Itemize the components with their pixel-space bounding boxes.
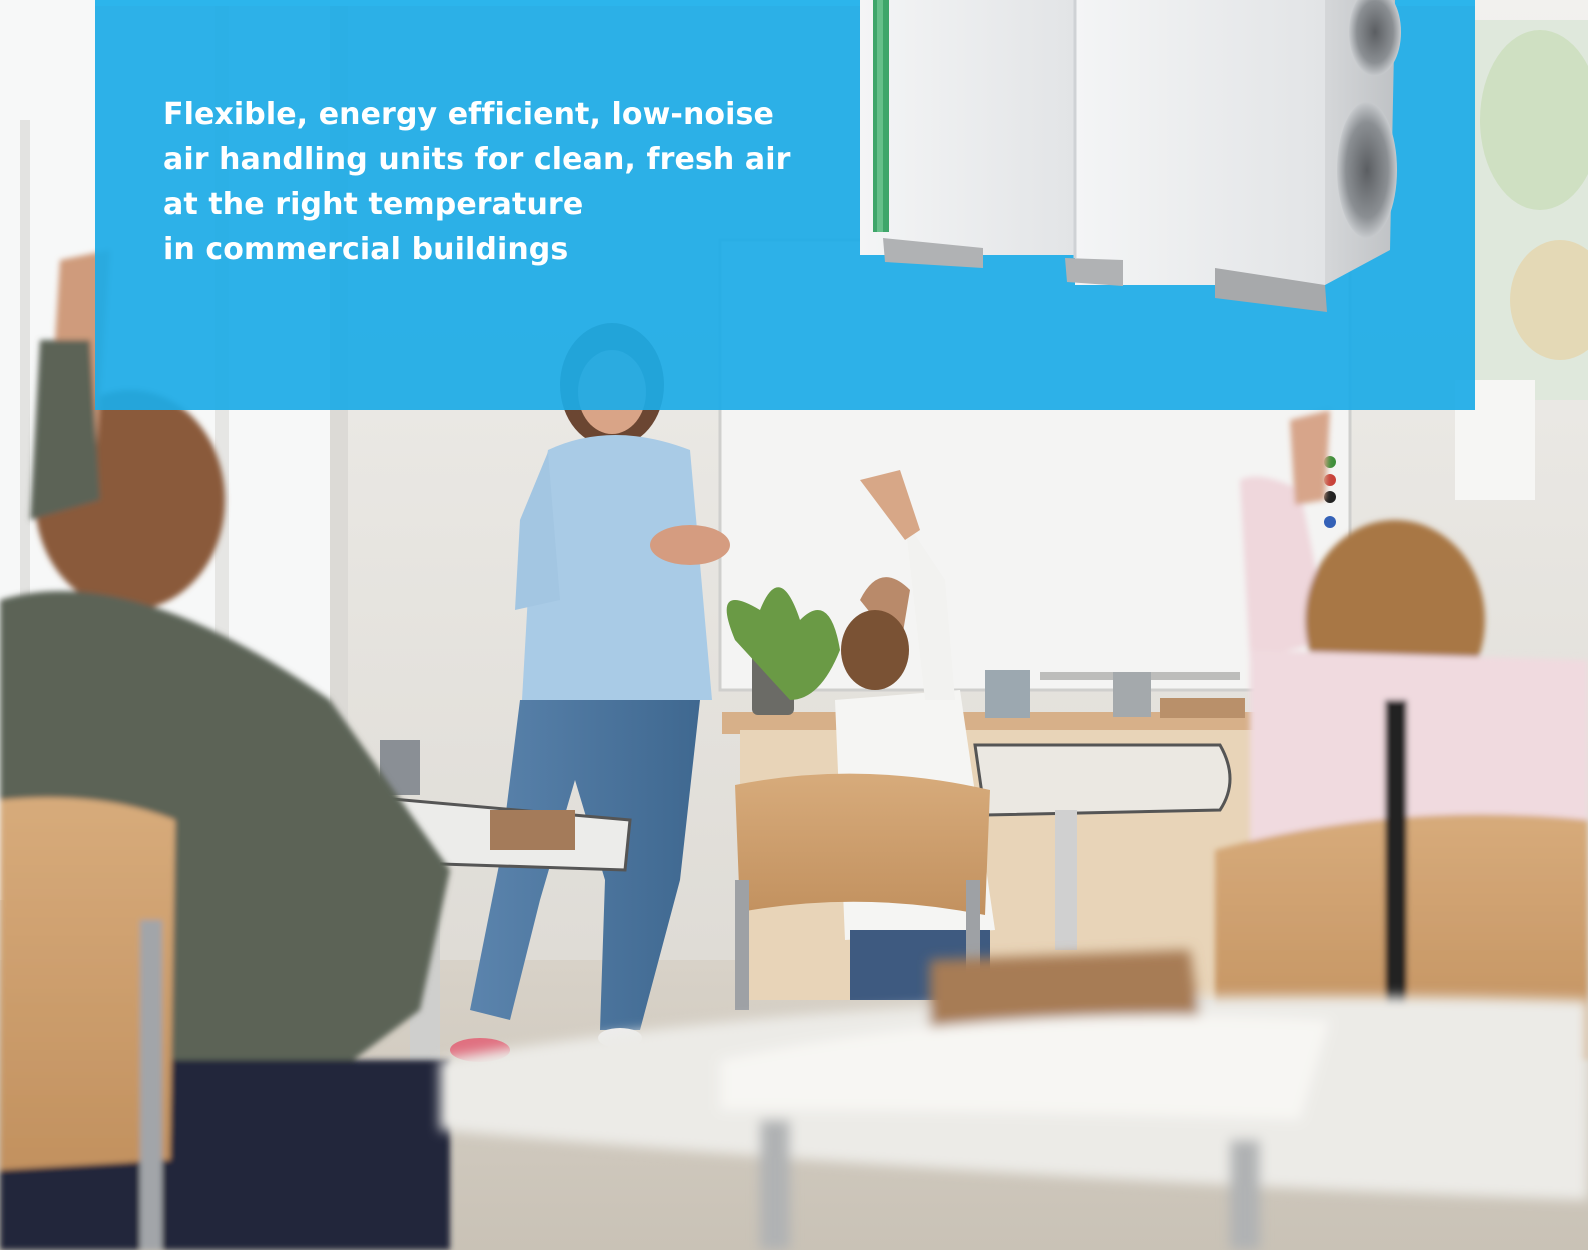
headline-line-1: Flexible, energy efficient, low-noise [163, 97, 774, 132]
headline: Flexible, energy efficient, low-noise ai… [163, 92, 803, 272]
headline-line-4: in commercial buildings [163, 232, 569, 267]
headline-line-3: at the right temperature [163, 187, 584, 222]
air-handling-unit-image [860, 0, 1401, 312]
headline-line-2: air handling units for clean, fresh air [163, 142, 791, 177]
